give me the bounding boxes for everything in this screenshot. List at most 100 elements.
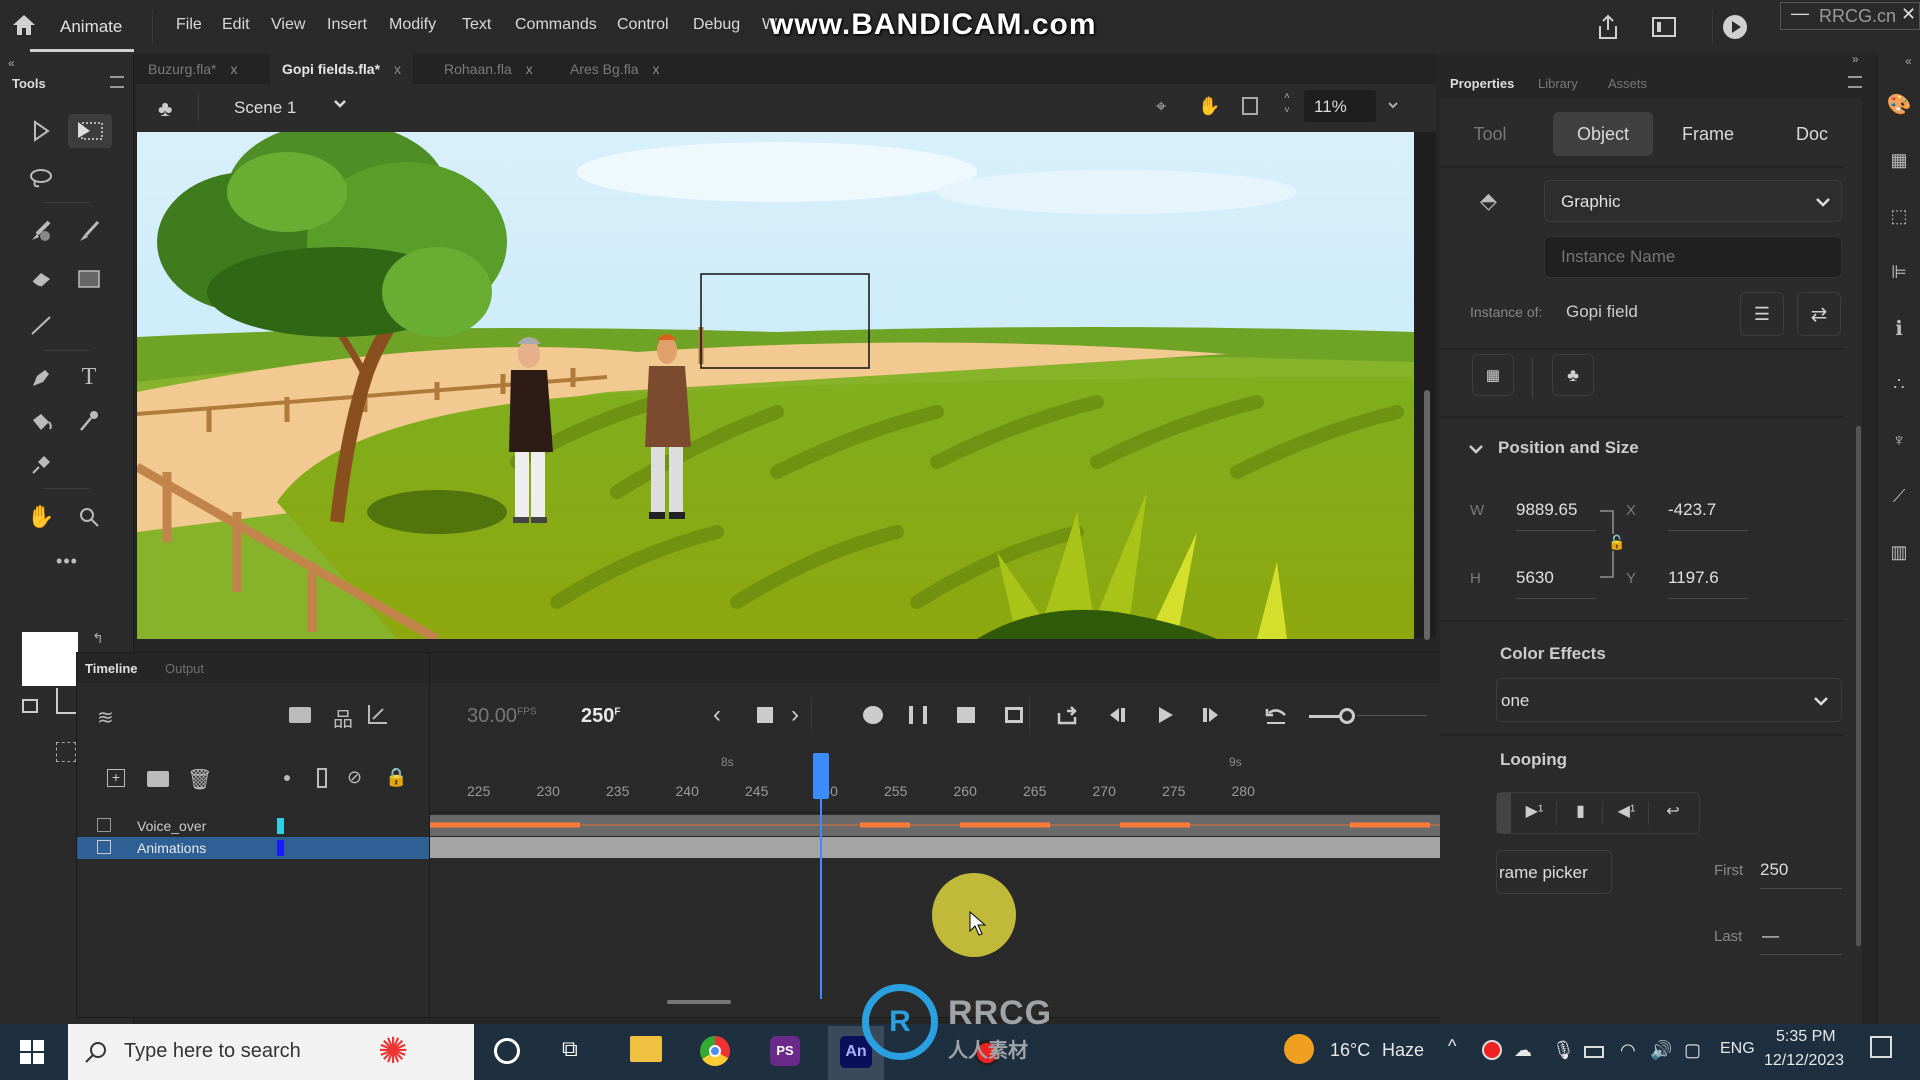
onion-skin-outlines-icon[interactable] xyxy=(909,706,927,724)
layer-name[interactable]: Voice_over xyxy=(137,818,206,834)
microphone-icon[interactable]: 🎙 xyxy=(1552,1040,1575,1061)
clock-time[interactable]: 5:35 PM xyxy=(1776,1028,1836,1046)
default-colors-icon[interactable] xyxy=(22,699,38,713)
swap-colors-icon[interactable]: ↰ xyxy=(92,630,104,647)
line-tool-icon[interactable] xyxy=(24,308,58,342)
menu-file[interactable]: File xyxy=(176,16,202,34)
properties-scrollbar[interactable] xyxy=(1856,426,1861,946)
undo-icon[interactable] xyxy=(1265,705,1287,725)
phpstorm-icon[interactable]: PS xyxy=(770,1036,800,1066)
tab-doc[interactable]: Doc xyxy=(1762,112,1862,156)
menu-insert[interactable]: Insert xyxy=(327,16,367,34)
close-tab-icon[interactable]: x xyxy=(652,61,659,77)
text-tool-icon[interactable]: T xyxy=(72,360,106,394)
collapse-icon[interactable]: « xyxy=(8,56,15,70)
show-outlines-icon[interactable] xyxy=(317,768,327,788)
motion-presets-icon[interactable]: ∴ xyxy=(1885,370,1913,398)
section-chevron-icon[interactable] xyxy=(1468,444,1484,456)
edit-symbol-properties-button[interactable]: ☰ xyxy=(1740,292,1784,336)
fill-color-swatch[interactable] xyxy=(22,632,78,686)
panel-menu-icon[interactable] xyxy=(110,76,124,88)
menu-text[interactable]: Text xyxy=(462,16,491,34)
frame-value[interactable]: 250F xyxy=(581,705,620,728)
first-frame-field[interactable]: 250 xyxy=(1760,860,1788,880)
stage-vertical-scrollbar[interactable] xyxy=(1424,390,1430,640)
tab-output[interactable]: Output xyxy=(165,661,204,676)
selection-tool-icon[interactable] xyxy=(24,114,58,148)
file-explorer-icon[interactable] xyxy=(630,1036,662,1062)
rectangle-tool-icon[interactable] xyxy=(72,262,106,296)
scene-name[interactable]: Scene 1 xyxy=(234,98,296,118)
camera-icon[interactable] xyxy=(289,707,311,723)
rotate-stage-icon[interactable]: ✋ xyxy=(1198,96,1220,117)
zoom-dropdown-icon[interactable] xyxy=(1386,98,1400,112)
test-movie-icon[interactable] xyxy=(1722,14,1748,40)
battery-icon[interactable] xyxy=(1584,1046,1604,1058)
play-once-reverse-button[interactable]: ◀¹ xyxy=(1605,801,1649,825)
onion-skin-icon[interactable] xyxy=(863,706,883,724)
loop-playback-icon[interactable] xyxy=(1057,705,1079,725)
new-folder-icon[interactable] xyxy=(147,771,169,787)
animations-frames[interactable] xyxy=(430,837,1556,858)
layer-name[interactable]: Animations xyxy=(137,840,206,856)
instance-name-input[interactable] xyxy=(1544,236,1842,278)
onedrive-icon[interactable]: ☁ xyxy=(1514,1040,1532,1061)
zoom-slider-track[interactable] xyxy=(1357,715,1427,716)
show-hidden-icons-icon[interactable]: ^ xyxy=(1448,1036,1456,1057)
fps-value[interactable]: 30.00FPS xyxy=(467,705,537,728)
stage-canvas[interactable] xyxy=(137,132,1414,639)
lock-proportions-icon[interactable]: 🔓 xyxy=(1608,534,1626,551)
highlight-layers-icon[interactable] xyxy=(284,775,290,781)
eyedropper-tool-icon[interactable] xyxy=(72,404,106,438)
zoom-stepper[interactable]: ˄ ˅ xyxy=(1284,90,1290,118)
playhead-handle[interactable] xyxy=(812,753,829,799)
panel-menu-icon[interactable] xyxy=(1848,76,1862,88)
info-icon[interactable]: ℹ xyxy=(1885,314,1913,342)
close-button[interactable]: ✕ xyxy=(1901,4,1916,25)
hide-layers-icon[interactable]: ⊘ xyxy=(347,767,362,788)
new-layer-icon[interactable]: + xyxy=(107,769,125,787)
delete-layer-icon[interactable]: 🗑 xyxy=(187,767,212,792)
cortana-icon[interactable] xyxy=(494,1038,520,1064)
prev-keyframe-icon[interactable]: ‹ xyxy=(713,701,721,729)
edit-symbols-icon[interactable]: ♣ xyxy=(158,96,172,122)
zoom-input[interactable]: 11% xyxy=(1304,90,1376,122)
close-tab-icon[interactable]: x xyxy=(230,61,237,77)
notifications-icon[interactable] xyxy=(1870,1036,1892,1058)
align-icon[interactable]: ⊫ xyxy=(1885,258,1913,286)
tab-library[interactable]: Library xyxy=(1538,76,1578,91)
color-palette-icon[interactable]: 🎨 xyxy=(1885,90,1913,118)
paint-bucket-tool-icon[interactable] xyxy=(24,404,58,438)
last-frame-field[interactable]: — xyxy=(1762,926,1779,946)
language-indicator[interactable]: ENG xyxy=(1720,1040,1755,1058)
menu-control[interactable]: Control xyxy=(617,16,669,34)
taskbar-search-box[interactable]: Type here to search ✺ xyxy=(68,1024,474,1080)
color-effect-dropdown[interactable]: one xyxy=(1496,678,1842,722)
play-icon[interactable] xyxy=(1157,705,1175,725)
x-field[interactable]: -423.7 xyxy=(1668,500,1716,520)
play-once-button[interactable]: ▶¹ xyxy=(1513,801,1557,825)
lasso-tool-icon[interactable] xyxy=(24,162,58,196)
doc-tab[interactable]: Rohaan.fla x xyxy=(432,54,545,84)
close-tab-icon[interactable]: x xyxy=(526,61,533,77)
edit-multiple-frames-icon[interactable] xyxy=(957,707,975,723)
snap-icon[interactable] xyxy=(56,742,76,762)
clip-content-icon[interactable] xyxy=(1242,97,1258,115)
eraser-tool-icon[interactable] xyxy=(24,262,58,296)
layer-row-selected[interactable]: Animations xyxy=(77,837,429,859)
tab-tool[interactable]: Tool xyxy=(1440,112,1540,156)
step-back-icon[interactable] xyxy=(1107,705,1127,725)
collapse-dock-icon[interactable]: « xyxy=(1905,54,1912,68)
timeline-horizontal-scrollbar[interactable] xyxy=(667,1000,731,1004)
frame-ruler[interactable] xyxy=(430,753,1555,813)
clock-date[interactable]: 12/12/2023 xyxy=(1764,1052,1844,1070)
lock-layers-icon[interactable]: 🔒 xyxy=(385,767,407,788)
scene-dropdown-icon[interactable] xyxy=(332,96,348,112)
graph-icon[interactable] xyxy=(367,703,389,725)
brush-tool-icon[interactable] xyxy=(72,214,106,248)
transform-icon[interactable]: ⬚ xyxy=(1885,202,1913,230)
menu-edit[interactable]: Edit xyxy=(222,16,250,34)
loop-reverse-button[interactable]: ↩ xyxy=(1651,801,1695,825)
record-tray-icon[interactable] xyxy=(1482,1040,1502,1060)
share-icon[interactable] xyxy=(1596,14,1620,40)
